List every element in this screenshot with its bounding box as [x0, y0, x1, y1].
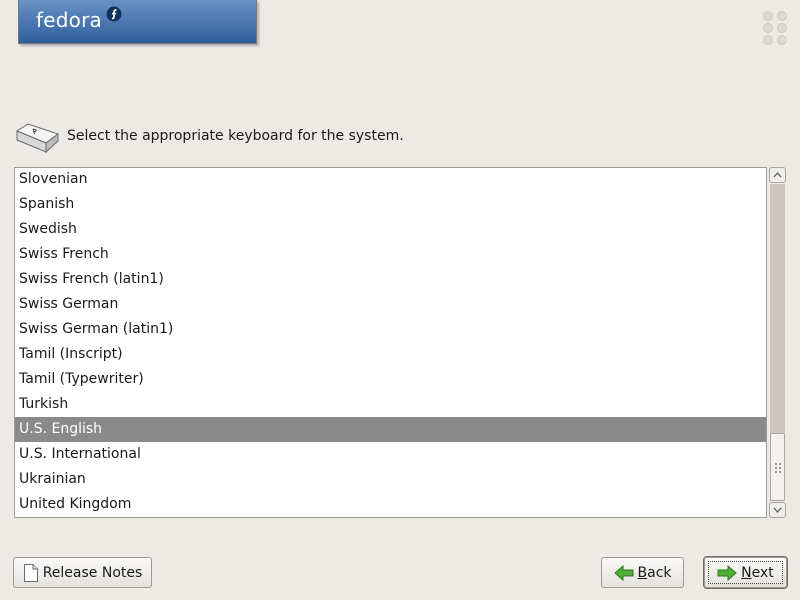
chevron-up-icon: [773, 172, 782, 178]
list-item[interactable]: Tamil (Inscript): [15, 342, 766, 367]
back-mnemonic: B: [637, 564, 648, 581]
keyboard-list[interactable]: Slovenian Spanish Swedish Swiss French Swiss…: [14, 167, 767, 518]
back-label-rest: ack: [647, 564, 672, 581]
list-item[interactable]: Swiss French: [15, 242, 766, 267]
window-dots-icon: [763, 11, 787, 45]
list-item[interactable]: Swedish: [15, 217, 766, 242]
next-label-rest: ext: [751, 564, 774, 581]
list-item[interactable]: Spanish: [15, 192, 766, 217]
release-notes-label: Release Notes: [42, 564, 143, 581]
document-icon: [23, 563, 39, 583]
list-item[interactable]: Swiss French (latin1): [15, 267, 766, 292]
chevron-down-icon: [773, 507, 782, 513]
scroll-thumb[interactable]: [770, 433, 785, 501]
next-mnemonic: N: [741, 564, 752, 581]
grip-icon: [775, 463, 781, 473]
scroll-up-button[interactable]: [769, 167, 786, 183]
list-item[interactable]: U.S. International: [15, 442, 766, 467]
list-item[interactable]: United Kingdom: [15, 492, 766, 517]
fedora-logo-icon: [106, 6, 122, 22]
fedora-logo-text: fedora: [36, 8, 102, 32]
list-item[interactable]: Ukrainian: [15, 467, 766, 492]
list-scrollbar[interactable]: [769, 167, 786, 518]
keyboard-key-icon: [15, 123, 60, 154]
list-item[interactable]: Tamil (Typewriter): [15, 367, 766, 392]
list-item[interactable]: Slovenian: [15, 168, 766, 192]
list-item[interactable]: Turkish: [15, 392, 766, 417]
next-arrow-icon: [717, 564, 737, 581]
release-notes-button[interactable]: Release Notes: [13, 557, 152, 588]
scroll-down-button[interactable]: [769, 502, 786, 518]
fedora-banner: fedora: [18, 0, 257, 44]
list-item[interactable]: Swiss German: [15, 292, 766, 317]
prompt-text: Select the appropriate keyboard for the …: [67, 128, 404, 144]
back-button[interactable]: Back: [601, 557, 684, 588]
list-item[interactable]: U.S. English: [15, 417, 766, 442]
installer-window: fedora Select the appropriate keyboard f…: [0, 0, 800, 600]
next-button[interactable]: Next: [704, 557, 787, 588]
back-arrow-icon: [613, 564, 634, 581]
list-item[interactable]: Swiss German (latin1): [15, 317, 766, 342]
